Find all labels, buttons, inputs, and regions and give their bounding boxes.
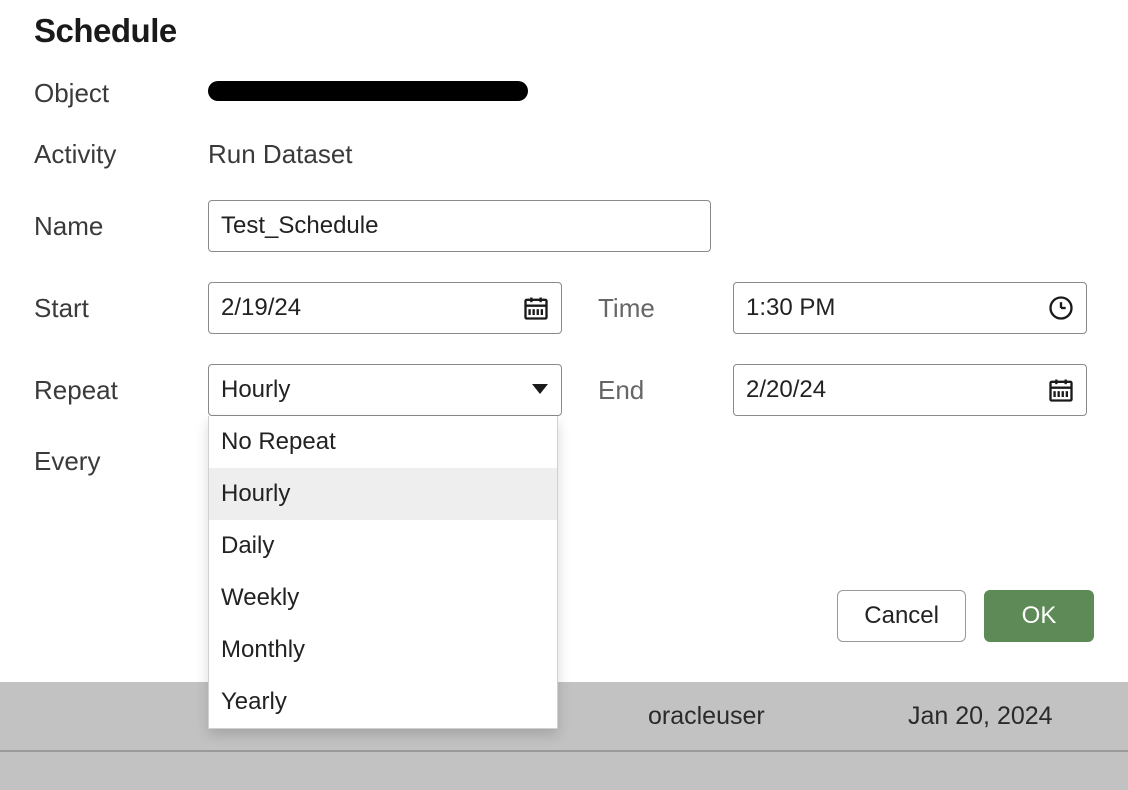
dialog-buttons: Cancel OK: [837, 590, 1094, 642]
start-date-group: [208, 282, 562, 334]
repeat-select-wrap: Hourly No RepeatHourlyDailyWeeklyMonthly…: [208, 364, 562, 416]
time-label: Time: [598, 293, 733, 324]
name-label: Name: [34, 211, 208, 242]
calendar-icon[interactable]: [520, 292, 552, 324]
every-label: Every: [34, 446, 208, 477]
time-group: [733, 282, 1087, 334]
calendar-icon[interactable]: [1045, 374, 1077, 406]
repeat-option[interactable]: Weekly: [209, 572, 557, 624]
object-redacted: [208, 81, 528, 101]
end-label: End: [598, 375, 733, 406]
repeat-label: Repeat: [34, 375, 208, 406]
time-input[interactable]: [733, 282, 1087, 334]
repeat-option[interactable]: Daily: [209, 520, 557, 572]
activity-label: Activity: [34, 139, 208, 170]
row-user: oracleuser: [648, 702, 765, 731]
repeat-option[interactable]: Hourly: [209, 468, 557, 520]
activity-value: Run Dataset: [208, 139, 562, 170]
schedule-dialog: Schedule Object Activity Run Dataset Nam…: [0, 0, 1128, 682]
end-date-group: [733, 364, 1087, 416]
name-input[interactable]: [208, 200, 711, 252]
clock-icon[interactable]: [1045, 292, 1077, 324]
cancel-button[interactable]: Cancel: [837, 590, 966, 642]
repeat-option[interactable]: Monthly: [209, 624, 557, 676]
repeat-option[interactable]: No Repeat: [209, 416, 557, 468]
ok-button[interactable]: OK: [984, 590, 1094, 642]
table-row[interactable]: oracleuser Jan 20, 2024: [0, 682, 1128, 752]
row-date: Jan 20, 2024: [908, 702, 1053, 731]
object-value: [208, 81, 562, 106]
table-row[interactable]: [0, 752, 1128, 790]
dialog-title: Schedule: [34, 12, 1094, 50]
start-label: Start: [34, 293, 208, 324]
object-label: Object: [34, 78, 208, 109]
end-date-input[interactable]: [733, 364, 1087, 416]
repeat-select[interactable]: Hourly: [208, 364, 562, 416]
background-list: oracleuser Jan 20, 2024: [0, 682, 1128, 790]
repeat-dropdown: No RepeatHourlyDailyWeeklyMonthlyYearly: [208, 416, 558, 729]
repeat-option[interactable]: Yearly: [209, 676, 557, 728]
start-date-input[interactable]: [208, 282, 562, 334]
